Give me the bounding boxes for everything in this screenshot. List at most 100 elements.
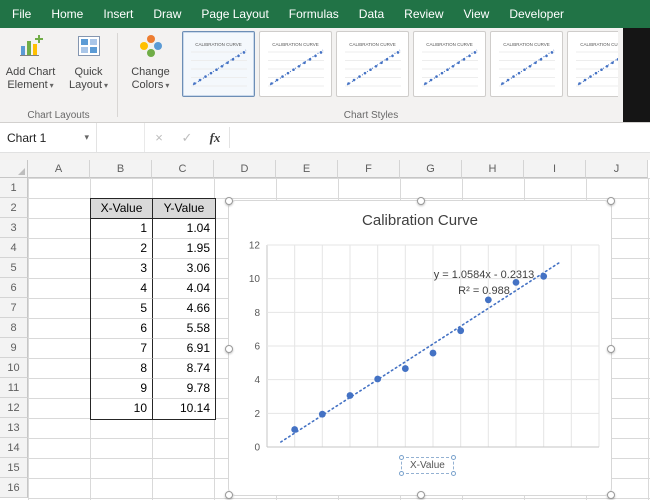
column-header-h[interactable]: H: [462, 160, 524, 178]
table-row: 11.04: [91, 219, 215, 239]
dropdown-caret-icon: ▾: [50, 81, 54, 90]
row-header-15[interactable]: 15: [0, 458, 28, 478]
chart-style-preview: CALIBRATION CURVE: [493, 37, 560, 91]
chart-style-thumb-2[interactable]: CALIBRATION CURVE: [259, 31, 332, 97]
add-chart-element-icon: [18, 33, 44, 64]
row-header-2[interactable]: 2: [0, 198, 28, 218]
name-box-dropdown-icon[interactable]: ▾: [84, 132, 89, 143]
table-cell[interactable]: 9: [91, 379, 153, 399]
tab-insert[interactable]: Insert: [93, 0, 143, 28]
chart-style-thumb-1[interactable]: CALIBRATION CURVE: [182, 31, 255, 97]
table-cell[interactable]: 5: [91, 299, 153, 319]
table-cell[interactable]: 3.06: [153, 259, 215, 279]
group-chart-styles: Change Colors▾ CALIBRATION CURVECALIBRAT…: [120, 28, 622, 122]
tab-developer[interactable]: Developer: [499, 0, 574, 28]
column-header-i[interactable]: I: [524, 160, 586, 178]
tab-draw[interactable]: Draw: [143, 0, 191, 28]
enter-button[interactable]: ✓: [173, 123, 201, 152]
row-header-8[interactable]: 8: [0, 318, 28, 338]
tab-page-layout[interactable]: Page Layout: [191, 0, 278, 28]
add-chart-element-button[interactable]: Add Chart Element▾: [2, 30, 59, 106]
selection-handle[interactable]: [399, 471, 404, 476]
column-header-b[interactable]: B: [90, 160, 152, 178]
row-header-12[interactable]: 12: [0, 398, 28, 418]
chart-style-thumb-4[interactable]: CALIBRATION CURVE: [413, 31, 486, 97]
column-header-f[interactable]: F: [338, 160, 400, 178]
cancel-button[interactable]: ×: [145, 123, 173, 152]
chart-title[interactable]: Calibration Curve: [229, 212, 611, 229]
column-header-e[interactable]: E: [276, 160, 338, 178]
tab-home[interactable]: Home: [41, 0, 93, 28]
table-cell[interactable]: 4: [91, 279, 153, 299]
name-box[interactable]: Chart 1 ▾: [0, 123, 97, 152]
table-cell[interactable]: 6: [91, 319, 153, 339]
chart-style-thumb-5[interactable]: CALIBRATION CURVE: [490, 31, 563, 97]
tab-formulas[interactable]: Formulas: [279, 0, 349, 28]
selection-handle[interactable]: [451, 455, 456, 460]
table-cell[interactable]: 5.58: [153, 319, 215, 339]
row-header-10[interactable]: 10: [0, 358, 28, 378]
table-row: 54.66: [91, 299, 215, 319]
chart-resize-handle[interactable]: [607, 491, 615, 499]
table-cell[interactable]: 1.04: [153, 219, 215, 239]
row-header-13[interactable]: 13: [0, 418, 28, 438]
chart-style-thumb-3[interactable]: CALIBRATION CURVE: [336, 31, 409, 97]
row-header-9[interactable]: 9: [0, 338, 28, 358]
table-cell[interactable]: 4.04: [153, 279, 215, 299]
chart-resize-handle[interactable]: [225, 345, 233, 353]
quick-layout-button[interactable]: Quick Layout▾: [60, 30, 117, 106]
change-colors-button[interactable]: Change Colors▾: [122, 30, 179, 106]
column-header-g[interactable]: G: [400, 160, 462, 178]
row-header-11[interactable]: 11: [0, 378, 28, 398]
row-header-4[interactable]: 4: [0, 238, 28, 258]
table-cell[interactable]: 2: [91, 239, 153, 259]
formula-input[interactable]: [230, 123, 650, 152]
tab-review[interactable]: Review: [394, 0, 453, 28]
selection-handle[interactable]: [399, 455, 404, 460]
chart-resize-handle[interactable]: [225, 491, 233, 499]
change-colors-label: Change Colors: [131, 66, 170, 91]
table-cell[interactable]: 1.95: [153, 239, 215, 259]
chart-style-thumb-6[interactable]: CALIBRATION CURVE: [567, 31, 618, 97]
insert-function-button[interactable]: fx: [201, 123, 229, 152]
row-header-14[interactable]: 14: [0, 438, 28, 458]
trendline-equation[interactable]: y = 1.0584x - 0.2313 R² = 0.988: [384, 267, 584, 299]
tab-view[interactable]: View: [454, 0, 500, 28]
table-cell[interactable]: 8.74: [153, 359, 215, 379]
tab-file[interactable]: File: [2, 0, 41, 28]
table-cell[interactable]: 10: [91, 399, 153, 419]
chart-resize-handle[interactable]: [417, 491, 425, 499]
chart-resize-handle[interactable]: [225, 197, 233, 205]
select-all-corner[interactable]: [0, 160, 28, 178]
table-cell[interactable]: 10.14: [153, 399, 215, 419]
column-header-c[interactable]: C: [152, 160, 214, 178]
table-cell[interactable]: 1: [91, 219, 153, 239]
row-header-7[interactable]: 7: [0, 298, 28, 318]
column-header-a[interactable]: A: [28, 160, 90, 178]
table-cell[interactable]: 7: [91, 339, 153, 359]
row-header-1[interactable]: 1: [0, 178, 28, 198]
table-cell[interactable]: 4.66: [153, 299, 215, 319]
chart-object[interactable]: Calibration Curve 024681012 y = 1.0584x …: [228, 200, 612, 496]
table-row: 21.95: [91, 239, 215, 259]
chart-resize-handle[interactable]: [607, 345, 615, 353]
column-header-d[interactable]: D: [214, 160, 276, 178]
table-cell[interactable]: 3: [91, 259, 153, 279]
table-header-cell: Y-Value: [153, 199, 215, 219]
row-header-3[interactable]: 3: [0, 218, 28, 238]
row-header-5[interactable]: 5: [0, 258, 28, 278]
table-row: 76.91: [91, 339, 215, 359]
x-axis-title[interactable]: X-Value: [401, 457, 454, 474]
cell-grid[interactable]: X-ValueY-Value11.0421.9533.0644.0454.666…: [28, 178, 650, 500]
chart-resize-handle[interactable]: [417, 197, 425, 205]
chart-resize-handle[interactable]: [607, 197, 615, 205]
column-header-j[interactable]: J: [586, 160, 648, 178]
table-cell[interactable]: 9.78: [153, 379, 215, 399]
table-cell[interactable]: 6.91: [153, 339, 215, 359]
table-cell[interactable]: 8: [91, 359, 153, 379]
formula-bar-gap: [0, 153, 650, 160]
selection-handle[interactable]: [451, 471, 456, 476]
row-header-16[interactable]: 16: [0, 478, 28, 498]
row-header-6[interactable]: 6: [0, 278, 28, 298]
tab-data[interactable]: Data: [349, 0, 394, 28]
